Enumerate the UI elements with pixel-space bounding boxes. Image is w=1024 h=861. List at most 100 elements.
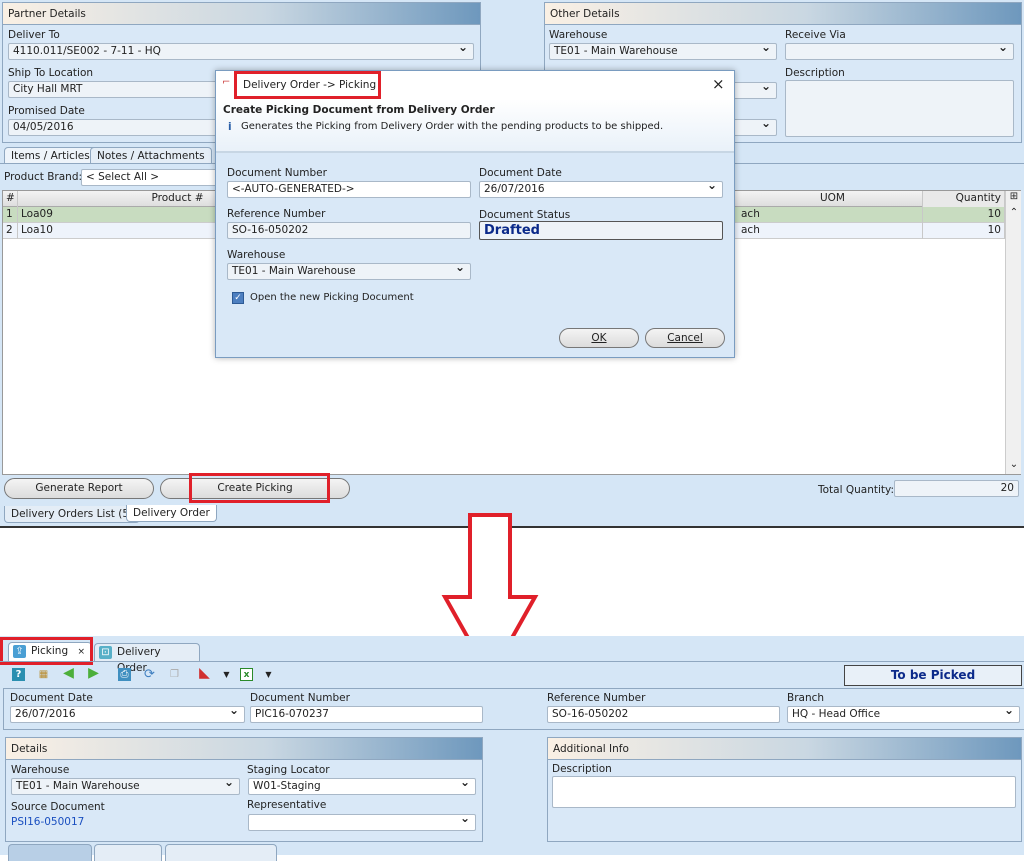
reference-field[interactable]: SO-16-050202 [227,222,471,239]
tab-delivery-order[interactable]: ⊡ Delivery Order [94,643,200,674]
close-icon[interactable]: × [712,75,725,93]
doc-number-field[interactable]: PIC16-070237 [250,706,483,723]
reference-label: Reference Number [547,692,646,704]
description-textarea[interactable] [552,776,1016,808]
col-header-num[interactable]: # [3,191,18,207]
forward-arrow-icon[interactable]: ▶ [87,666,100,680]
doc-date-select[interactable]: 26/07/2016 [10,706,245,723]
total-quantity-label: Total Quantity: [818,484,895,496]
receive-via-label: Receive Via [785,29,846,41]
staging-locator-select[interactable]: W01-Staging [248,778,476,795]
total-quantity-field: 20 [894,480,1019,497]
create-picking-dialog: ⌐ Delivery Order -> Picking × Create Pic… [215,70,735,358]
scroll-up-icon[interactable]: ⌃ [1007,207,1021,218]
status-field: Drafted [479,221,723,240]
tab-notes-attachments[interactable]: Notes / Attachments [90,147,212,164]
receive-via-select[interactable] [785,43,1014,60]
description-textarea[interactable] [785,80,1014,137]
help-icon[interactable]: ? [12,668,25,681]
deliver-to-label: Deliver To [8,29,60,41]
open-picking-label: Open the new Picking Document [250,292,414,303]
branch-select[interactable]: HQ - Head Office [787,706,1020,723]
tab-delivery-order[interactable]: Delivery Order [126,505,217,522]
cart-icon: ⊡ [99,646,112,659]
representative-label: Representative [247,799,327,811]
panel-title: Other Details [545,3,1021,25]
branch-label: Branch [787,692,825,704]
additional-info-panel: Additional Info Description [547,737,1022,842]
ship-to-field[interactable]: City Hall MRT [8,81,228,98]
warehouse-label: Warehouse [227,249,286,261]
row-uom: ach [738,223,923,239]
col-header-uom[interactable]: UOM [743,191,923,207]
panel-title: Details [6,738,482,760]
status-label: Document Status [479,209,571,221]
ship-to-label: Ship To Location [8,67,94,79]
open-picking-checkbox[interactable]: ✓ [232,292,244,304]
doc-number-label: Document Number [227,167,327,179]
tab-delivery-orders-list[interactable]: Delivery Orders List (5) [4,506,141,523]
tab-divider [0,661,1024,662]
row-number: 1 [3,207,18,223]
generate-report-button[interactable]: Generate Report [4,478,154,499]
reference-field[interactable]: SO-16-050202 [547,706,780,723]
excel-dropdown-icon[interactable]: ▼ [262,668,275,681]
bottom-window: ⇪ Picking × ⊡ Delivery Order ? ▦ ◀ ▶ ⎙ ⟳… [0,636,1024,861]
tab-partial[interactable] [165,844,277,861]
product-brand-select[interactable]: < Select All > [81,169,221,186]
grid-icon[interactable]: ▦ [37,668,50,681]
promised-date-label: Promised Date [8,105,85,117]
panel-title: Additional Info [548,738,1021,760]
dialog-title-highlight [234,71,381,99]
info-icon: i [228,121,232,133]
create-picking-highlight [189,473,330,503]
panel-title: Partner Details [3,3,480,25]
doc-date-label: Document Date [10,692,93,704]
column-chooser-icon[interactable]: ⊞ [1007,191,1021,206]
source-document-label: Source Document [11,801,105,813]
excel-icon[interactable]: x [240,668,253,681]
doc-date-label: Document Date [479,167,562,179]
row-quantity: 10 [923,223,1005,239]
row-number: 2 [3,223,18,239]
deliver-to-select[interactable]: 4110.011/SE002 - 7-11 - HQ [8,43,474,60]
product-brand-label: Product Brand: [4,171,83,183]
warehouse-label: Warehouse [549,29,608,41]
copy-icon[interactable]: ❐ [168,668,181,681]
warehouse-select[interactable]: TE01 - Main Warehouse [549,43,777,60]
tab-items-articles[interactable]: Items / Articles [4,147,97,164]
row-uom: ach [738,207,923,223]
warehouse-label: Warehouse [11,764,70,776]
warehouse-select[interactable]: TE01 - Main Warehouse [227,263,471,280]
doc-number-field[interactable]: <-AUTO-GENERATED-> [227,181,471,198]
row-quantity: 10 [923,207,1005,223]
grid-scrollbar[interactable]: ⊞ ⌃ ⌄ [1005,191,1021,474]
dialog-heading: Create Picking Document from Delivery Or… [223,104,495,116]
tab-partial[interactable] [8,844,92,861]
promised-date-field[interactable]: 04/05/2016 [8,119,228,136]
description-label: Description [785,67,845,79]
refresh-icon[interactable]: ⟳ [143,668,156,681]
representative-select[interactable] [248,814,476,831]
warehouse-select[interactable]: TE01 - Main Warehouse [11,778,240,795]
header-fields: Document Date 26/07/2016 Document Number… [3,688,1024,730]
col-header-quantity[interactable]: Quantity [923,191,1005,207]
app-icon: ⌐ [222,77,231,88]
doc-date-select[interactable]: 26/07/2016 [479,181,723,198]
tab-partial[interactable] [94,844,162,861]
source-document-link[interactable]: PSI16-050017 [11,816,84,828]
back-arrow-icon[interactable]: ◀ [62,666,75,680]
doc-number-label: Document Number [250,692,350,704]
print-icon[interactable]: ⎙ [118,668,131,681]
description-label: Description [552,763,612,775]
cancel-button[interactable]: Cancel [645,328,725,348]
staging-locator-label: Staging Locator [247,764,330,776]
pdf-dropdown-icon[interactable]: ▼ [220,668,233,681]
pdf-icon[interactable]: ◣ [198,666,211,680]
dialog-header: Create Picking Document from Delivery Or… [216,99,734,153]
dialog-info: Generates the Picking from Delivery Orde… [241,121,664,132]
scroll-down-icon[interactable]: ⌄ [1007,459,1021,470]
status-badge: To be Picked [844,665,1022,686]
ok-button[interactable]: OK [559,328,639,348]
reference-label: Reference Number [227,208,326,220]
